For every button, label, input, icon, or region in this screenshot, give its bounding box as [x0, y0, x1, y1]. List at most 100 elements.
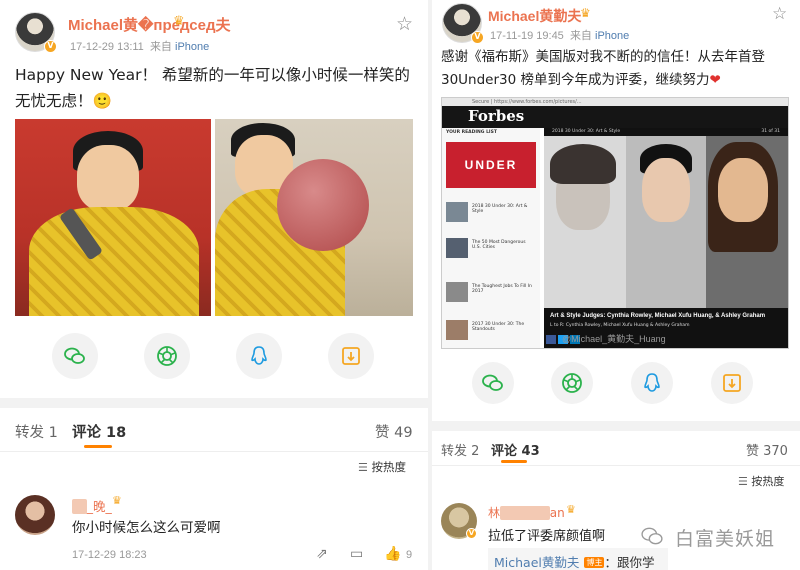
forbes-logo: Forbes — [468, 107, 525, 125]
verified-badge-icon: V — [471, 31, 484, 44]
post-username[interactable]: Michael黄�председ夫 — [68, 14, 231, 35]
post-text-line1: 感谢《福布斯》美国版对我不断的的信任！从去年首登 — [441, 49, 765, 65]
comment-username[interactable]: 林xxxxxxxan — [488, 504, 565, 521]
like-count[interactable]: 赞 370 — [746, 440, 788, 459]
reading-list-item: 2018 30 Under 30: Art & Style — [446, 202, 536, 224]
post-time: 17-12-29 13:11 — [70, 41, 144, 53]
post-text-line2: 无忧无虑！🙂 — [15, 92, 112, 110]
tab-repost[interactable]: 转发 2 — [441, 440, 479, 459]
share-moments-button[interactable] — [144, 333, 190, 379]
sort-label: 按热度 — [751, 475, 785, 488]
judge-photo-1 — [544, 136, 626, 308]
sort-icon: ☰ — [738, 475, 748, 488]
tab-comments[interactable]: 评论 43 — [491, 440, 540, 459]
section-separator — [0, 398, 428, 408]
judge-photo-2 — [626, 136, 706, 308]
heart-icon: ❤ — [709, 72, 721, 88]
browser-address-bar: Secure | https://www.forbes.com/pictures… — [442, 98, 788, 106]
item-thumbnail — [446, 238, 468, 258]
sort-by-hot-button[interactable]: ☰ 按热度 — [358, 459, 406, 475]
tab-comments[interactable]: 评论 18 — [72, 421, 126, 442]
account-watermark: 白富美妖姐 — [675, 528, 776, 550]
share-comment-icon[interactable]: ⇗ — [316, 546, 328, 562]
section-separator — [432, 421, 800, 431]
post-text-line2: 30Under30 榜单到今年成为评委，继续努力❤ — [441, 69, 796, 92]
like-count[interactable]: 赞 49 — [375, 421, 413, 442]
moments-icon — [562, 373, 582, 393]
item-thumbnail — [446, 282, 468, 302]
face — [718, 158, 768, 222]
reading-list-item: The 50 Most Dangerous U.S. Cities — [446, 238, 536, 260]
post-photo-forbes-screenshot[interactable]: Secure | https://www.forbes.com/pictures… — [441, 97, 789, 349]
image-watermark: @Michael_黄勤夫_Huang — [562, 334, 666, 344]
tab-repost[interactable]: 转发 1 — [15, 421, 58, 442]
post-photo-1[interactable] — [15, 119, 211, 316]
comment-like-count: 9 — [406, 549, 413, 561]
reading-list-item: The Toughest Jobs To Fill In 2017 — [446, 282, 536, 304]
share-wechat-button[interactable] — [52, 333, 98, 379]
slide-caption: Art & Style Judges: Cynthia Rowley, Mich… — [550, 313, 766, 319]
forbes-slideshow: 2018 30 Under 30: Art & Style 31 of 31 A… — [544, 128, 788, 348]
save-image-icon — [342, 347, 360, 365]
verified-badge-icon: V — [44, 40, 57, 53]
sort-label: 按热度 — [371, 460, 407, 474]
author-reply[interactable]: Michael黄勤夫 博主：跟你学的🙂 — [488, 548, 668, 570]
photo-subject-body — [29, 207, 199, 316]
post-text: 感谢《福布斯》美国版对我不断的的信任！从去年首登 30Under30 榜单到今年… — [441, 46, 796, 92]
reply-author[interactable]: Michael黄勤夫 — [494, 555, 579, 570]
post-username[interactable]: Michael黄勤夫 — [488, 6, 581, 26]
face — [642, 158, 690, 222]
reply-comment-icon[interactable]: ▭ — [350, 546, 363, 562]
share-wechat-button[interactable] — [472, 362, 514, 404]
comment-username[interactable]: xx_晚_ — [72, 496, 112, 515]
comment-username-end: an — [549, 506, 565, 520]
source-link[interactable]: iPhone — [595, 30, 629, 42]
active-tab-indicator — [84, 445, 112, 448]
forbes-header: Forbes — [442, 106, 788, 128]
comment-avatar[interactable] — [15, 495, 55, 535]
comment-text: 拉低了评委席颜值啊 — [488, 529, 606, 544]
reading-list-item-label: 2018 30 Under 30: Art & Style — [472, 204, 528, 214]
left-post-panel: V Michael黄�председ夫 ♛ 17-12-29 13:11 来自 … — [0, 0, 428, 570]
favorite-star-icon[interactable]: ☆ — [772, 4, 787, 24]
save-image-button[interactable] — [328, 333, 374, 379]
post-photo-2[interactable] — [215, 119, 413, 316]
source-prefix: 来自 — [149, 41, 172, 53]
reading-list-item: 2017 30 Under 30: The Standouts — [446, 320, 536, 342]
sort-by-hot-button[interactable]: ☰ 按热度 — [738, 473, 784, 489]
item-thumbnail — [446, 320, 468, 340]
like-comment-icon[interactable]: 👍 — [384, 546, 401, 562]
post-meta: 17-12-29 13:11 来自 iPhone — [70, 38, 209, 54]
redacted-name: xxxxxxx — [500, 506, 550, 520]
comment-username-start: 林 — [488, 506, 501, 520]
divider — [0, 451, 428, 452]
reading-list-heading: YOUR READING LIST — [446, 130, 497, 135]
share-qq-button[interactable] — [236, 333, 282, 379]
favorite-star-icon[interactable]: ☆ — [396, 13, 413, 35]
crown-icon: ♛ — [173, 14, 185, 29]
facebook-share-icon — [546, 335, 556, 344]
slide-credit: L to R: Cynthia Rowley, Michael Xufu Hua… — [550, 323, 690, 328]
post-text: Happy New Year！ 希望新的一年可以像小时候一样笑的 无忧无虑！🙂 — [15, 62, 420, 114]
reading-list-item-label: The 50 Most Dangerous U.S. Cities — [472, 240, 526, 250]
save-image-icon — [723, 374, 741, 392]
wechat-icon — [64, 347, 85, 364]
crown-icon: ♛ — [580, 6, 591, 20]
item-thumbnail — [446, 202, 468, 222]
post-text-line1: Happy New Year！ 希望新的一年可以像小时候一样笑的 — [15, 66, 410, 84]
qq-icon — [251, 346, 267, 365]
source-link[interactable]: iPhone — [175, 41, 209, 53]
share-qq-button[interactable] — [631, 362, 673, 404]
reading-list-item-label: 2017 30 Under 30: The Standouts — [472, 322, 525, 332]
judge-photo-3 — [706, 136, 788, 308]
save-image-button[interactable] — [711, 362, 753, 404]
comment-username-visible: _晚_ — [86, 499, 112, 514]
active-tab-indicator — [501, 460, 527, 463]
comment-text: 你小时候怎么这么可爱啊 — [72, 520, 221, 536]
under-30-banner: UNDER — [446, 142, 536, 188]
reading-list-item-label: The Toughest Jobs To Fill In 2017 — [472, 284, 532, 294]
hair — [550, 144, 616, 184]
ball — [277, 159, 369, 251]
wechat-watermark-icon — [641, 527, 663, 545]
share-moments-button[interactable] — [551, 362, 593, 404]
